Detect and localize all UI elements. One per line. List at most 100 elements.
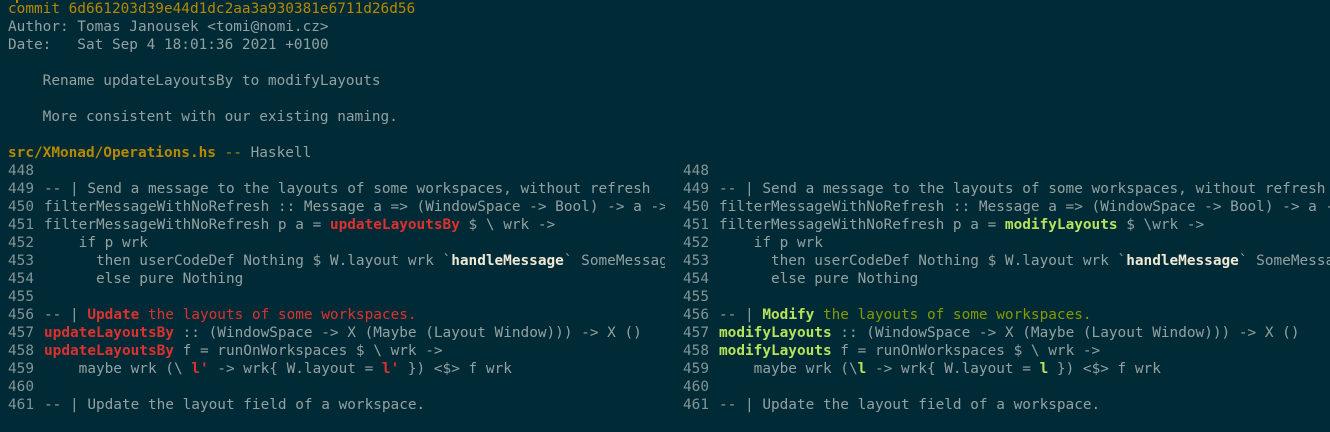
code-segment: updateLayoutsBy xyxy=(44,343,174,359)
code-segment: -- | xyxy=(44,307,88,323)
diff-line: 453 then userCodeDef Nothing $ W.layout … xyxy=(8,252,665,270)
code-segment: the layouts of some workspaces. xyxy=(139,307,417,323)
code-segment: maybe wrk (\ xyxy=(44,361,192,377)
code-segment: -- | xyxy=(719,307,763,323)
line-number: 454 xyxy=(8,271,34,287)
commit-hash-line: commit 6d661203d39e44d1dc2aa3a930381e671… xyxy=(8,1,416,17)
diff-line: 456 -- | Update the layouts of some works… xyxy=(8,306,665,324)
diff-line: 458 modifyLayouts f = runOnWorkspaces $ \… xyxy=(683,342,1330,360)
code-segment: Update xyxy=(87,307,140,323)
diff-line: 455 xyxy=(683,288,1330,306)
code-segment: updateLayoutsBy xyxy=(44,325,174,341)
line-number: 453 xyxy=(683,253,709,269)
line-number: 456 xyxy=(683,307,709,323)
diff-line: 454 else pure Nothing xyxy=(8,270,665,288)
code-segment: ` SomeMessage a xyxy=(1238,253,1330,269)
code-segment: f = runOnWorkspaces $ \ wrk -> xyxy=(831,343,1101,359)
diff-line: 460 xyxy=(8,378,665,396)
line-number: 450 xyxy=(683,199,709,215)
code-segment: l xyxy=(1039,361,1049,377)
diff-line: 452 if p wrk xyxy=(683,234,1330,252)
line-number: 460 xyxy=(8,379,34,395)
diff-line: 451 filterMessageWithNoRefresh p a = modi… xyxy=(683,216,1330,234)
diff-line: 452 if p wrk xyxy=(8,234,665,252)
code-segment: $ \wrk -> xyxy=(1117,217,1205,233)
line-number: 451 xyxy=(8,217,34,233)
code-segment: modifyLayouts xyxy=(719,343,832,359)
date-line: Date: Sat Sep 4 18:01:36 2021 +0100 xyxy=(8,37,329,53)
line-number: 449 xyxy=(683,181,709,197)
diff-right-pane: 448 449 -- | Send a message to the layouts… xyxy=(683,162,1330,432)
code-segment: modifyLayouts xyxy=(719,325,832,341)
line-number: 455 xyxy=(8,289,34,305)
code-segment: filterMessageWithNoRefresh :: Message a … xyxy=(44,199,665,215)
code-segment: -> wrk{ W.layout = xyxy=(866,361,1040,377)
diff-line: 458 updateLayoutsBy f = runOnWorkspaces $… xyxy=(8,342,665,360)
line-number: 452 xyxy=(8,235,34,251)
code-segment: modifyLayouts xyxy=(1004,217,1118,233)
code-segment: f = runOnWorkspaces $ \ wrk -> xyxy=(173,343,443,359)
code-segment: handleMessage xyxy=(1126,253,1239,269)
code-segment: filterMessageWithNoRefresh p a = xyxy=(44,217,330,233)
line-number: 448 xyxy=(8,163,34,179)
line-number: 460 xyxy=(683,379,709,395)
diff-line: 455 xyxy=(8,288,665,306)
code-segment: if p wrk xyxy=(44,235,148,251)
line-number: 454 xyxy=(683,271,709,287)
code-segment: -> wrk{ W.layout = xyxy=(208,361,382,377)
diff-line: 461 -- | Update the layout field of a wor… xyxy=(8,396,665,414)
diff-line: 449 -- | Send a message to the layouts of… xyxy=(683,180,1330,198)
file-separator: -- xyxy=(215,145,251,161)
line-number: 457 xyxy=(683,325,709,341)
line-number: 458 xyxy=(683,343,709,359)
author-line: Author: Tomas Janousek <tomi@nomi.cz> xyxy=(8,19,329,35)
diff-left-pane: 448 449 -- | Send a message to the layouts… xyxy=(8,162,665,432)
diff-line: 451 filterMessageWithNoRefresh p a = upda… xyxy=(8,216,665,234)
line-number: 450 xyxy=(8,199,34,215)
code-segment: filterMessageWithNoRefresh :: Message a … xyxy=(719,199,1330,215)
line-number: 461 xyxy=(683,397,709,413)
diff-line: 450 filterMessageWithNoRefresh :: Message… xyxy=(8,198,665,216)
line-number: 456 xyxy=(8,307,34,323)
code-segment: if p wrk xyxy=(719,235,823,251)
diff-line: 449 -- | Send a message to the layouts of… xyxy=(8,180,665,198)
code-segment: l' xyxy=(381,361,400,377)
line-number: 453 xyxy=(8,253,34,269)
commit-subject: Rename updateLayoutsBy to modifyLayouts xyxy=(8,73,381,89)
code-segment: else pure Nothing xyxy=(44,271,244,287)
line-number: 451 xyxy=(683,217,709,233)
code-segment: :: (WindowSpace -> X (Maybe (Layout Wind… xyxy=(173,325,642,341)
diff-line: 450 filterMessageWithNoRefresh :: Message… xyxy=(683,198,1330,216)
code-segment: l' xyxy=(191,361,209,377)
diff-line: 453 then userCodeDef Nothing $ W.layout … xyxy=(683,252,1330,270)
code-segment: }) <$> f wrk xyxy=(399,361,512,377)
code-segment: handleMessage xyxy=(451,253,564,269)
code-segment: maybe wrk (\ xyxy=(719,361,858,377)
cursor xyxy=(16,0,18,3)
code-segment: -- | Send a message to the layouts of so… xyxy=(44,181,651,197)
terminal: commit 6d661203d39e44d1dc2aa3a930381e671… xyxy=(0,0,1330,432)
diff-line: 448 xyxy=(8,162,665,180)
diff-line: 448 xyxy=(683,162,1330,180)
code-segment: Modify xyxy=(762,307,815,323)
file-header: src/XMonad/Operations.hs -- Haskell xyxy=(0,144,1330,162)
code-segment: l xyxy=(857,361,867,377)
commit-body: More consistent with our existing naming… xyxy=(8,109,398,125)
line-number: 459 xyxy=(8,361,34,377)
line-number: 449 xyxy=(8,181,34,197)
code-segment: then userCodeDef Nothing $ W.layout wrk … xyxy=(719,253,1127,269)
line-number: 458 xyxy=(8,343,34,359)
line-number: 461 xyxy=(8,397,34,413)
line-number: 457 xyxy=(8,325,34,341)
code-segment: }) <$> f wrk xyxy=(1048,361,1161,377)
diff-line: 460 xyxy=(683,378,1330,396)
code-segment: ` SomeMessage a xyxy=(563,253,665,269)
code-segment: -- | Update the layout field of a worksp… xyxy=(719,397,1101,413)
code-segment: updateLayoutsBy xyxy=(329,217,460,233)
code-segment: -- | Send a message to the layouts of so… xyxy=(719,181,1326,197)
code-segment: filterMessageWithNoRefresh p a = xyxy=(719,217,1005,233)
file-path: src/XMonad/Operations.hs xyxy=(8,145,216,161)
